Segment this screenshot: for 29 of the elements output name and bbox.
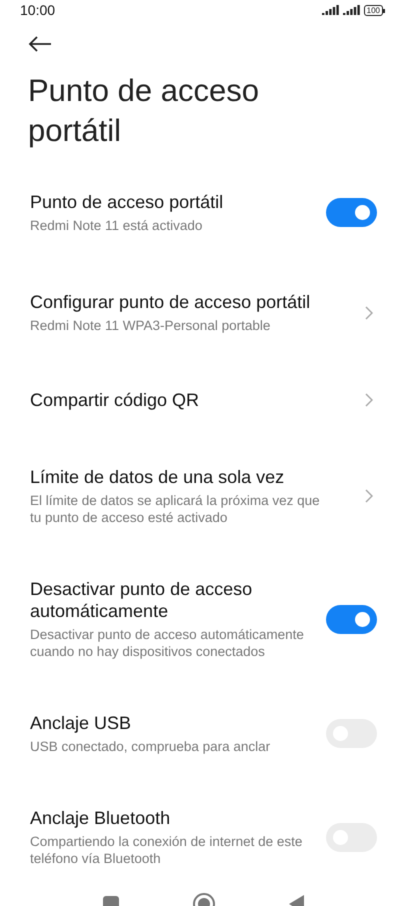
setting-title: Compartir código QR: [30, 389, 200, 411]
status-time: 10:00: [20, 1, 56, 20]
setting-subtitle: Redmi Note 11 está activado: [30, 216, 204, 234]
setting-row[interactable]: Compartir código QR: [0, 360, 407, 440]
chevron-right-icon: [365, 489, 373, 503]
toggle-switch[interactable]: [326, 198, 377, 226]
toggle-switch[interactable]: [326, 604, 377, 634]
setting-subtitle: Compartiendo la conexión de internet de este teléfono vía Bluetooth: [30, 833, 304, 867]
setting-title: Límite de datos de una sola vez: [30, 466, 286, 488]
signal-icon: [322, 5, 340, 16]
setting-title: Desactivar punto de acceso automáticamente: [30, 578, 254, 622]
setting-subtitle: Redmi Note 11 WPA3-Personal portable: [30, 317, 272, 334]
setting-title: Configurar punto de acceso portátil: [30, 291, 312, 313]
setting-subtitle: Desactivar punto de acceso automáticamente cuando no hay dispositivos conectados: [30, 626, 305, 660]
setting-row[interactable]: Configurar punto de acceso portátil Redmi Note 11 WPA3-Personal portable: [0, 265, 407, 360]
setting-row[interactable]: Límite de datos de una sola vez El límite de datos se aplicará la próxima vez que tu punto de acceso esté activado: [0, 440, 407, 552]
setting-row[interactable]: Desactivar punto de acceso automáticamente Desactivar punto de acceso automáticamente cuando no hay dispositivos conectados: [0, 552, 407, 686]
setting-row[interactable]: Punto de acceso portátil Redmi Note 11 está activado: [0, 185, 407, 265]
battery-icon: 100: [364, 5, 385, 16]
setting-title: Anclaje Bluetooth: [30, 807, 172, 829]
chevron-right-icon: [365, 306, 373, 320]
chevron-right-icon: [365, 393, 373, 407]
setting-title: Anclaje USB: [30, 712, 132, 734]
setting-title: Punto de acceso portátil: [30, 190, 224, 212]
page-title: Punto de acceso portátil: [27, 72, 260, 150]
back-arrow-icon[interactable]: [28, 35, 52, 53]
setting-subtitle: El límite de datos se aplicará la próxima vez que tu punto de acceso esté activado: [30, 492, 321, 526]
signal-icon: [342, 5, 361, 16]
setting-subtitle: USB conectado, comprueba para anclar: [30, 738, 272, 755]
